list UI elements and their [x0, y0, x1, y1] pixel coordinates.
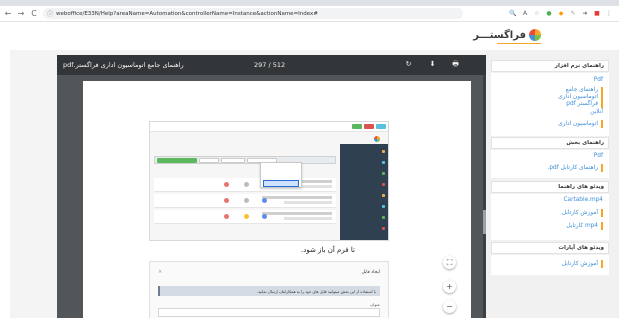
embedded-dropdown-menu — [260, 162, 302, 188]
download-icon[interactable]: ⬇ — [428, 60, 437, 69]
circle-ext-icon[interactable]: ● — [545, 10, 553, 18]
pdf-group-label: Pdf — [593, 77, 603, 83]
embedded-logo-icon — [374, 136, 380, 142]
embedded-list-row — [154, 194, 336, 208]
embedded-sidebar-item — [343, 158, 385, 166]
embedded-sidebar-item — [343, 169, 385, 177]
embedded-sidebar-item — [343, 191, 385, 199]
site-logo[interactable]: فراگستـــر — [473, 29, 541, 41]
embedded-sidebar-item — [343, 224, 385, 232]
full-guide-pdf-link[interactable]: راهنمای جامع اتوماسیون اداری فراگستر pdf — [541, 87, 603, 108]
embedded-button — [221, 157, 245, 163]
embedded-list-row — [154, 210, 336, 224]
search-ext-icon[interactable]: 🔍 — [509, 10, 517, 18]
pdf-page: تا فرم آن باز شود. × ایجاد فایل با استفا… — [83, 81, 471, 318]
site-info-icon[interactable]: ⓘ — [47, 9, 53, 18]
embedded-browser-bar — [150, 122, 388, 132]
fit-page-icon[interactable]: ⛶ — [443, 256, 456, 269]
address-url[interactable]: weboffice/E33N/Help?areaName=Automation&… — [56, 11, 318, 17]
cartable-mp4-label: Cartable.mp4 — [563, 197, 603, 203]
embedded-menu-item-selected — [263, 180, 299, 187]
zoom-out-icon[interactable]: − — [443, 300, 456, 313]
zoom-in-icon[interactable]: + — [443, 280, 456, 293]
pdf-toolbar: راهنمای جامع اتوماسیون اداری فراگستر.pdf… — [57, 55, 495, 75]
red-ext-icon[interactable]: ■ — [593, 10, 601, 18]
pdf-title: راهنمای جامع اتوماسیون اداری فراگستر.pdf — [63, 61, 184, 69]
back-icon[interactable]: ← — [3, 8, 13, 20]
embedded-form: × ایجاد فایل با استفاده از این بخش میتوا… — [149, 261, 389, 318]
aparat-video-links: آموزش کارتابل — [491, 255, 609, 275]
embedded-chip — [352, 124, 362, 129]
cartable-mp4-link[interactable]: mp4 کارتابل — [566, 222, 603, 230]
embedded-sidebar-item — [343, 213, 385, 221]
star-ext-icon[interactable]: ☆ — [533, 10, 541, 18]
embedded-sidebar-item — [343, 202, 385, 210]
part-pdf-group-label: Pdf — [593, 153, 603, 159]
page: ← → C ⓘ weboffice/E33N/Help?areaName=Aut… — [0, 0, 619, 318]
pen-ext-icon[interactable]: ✎ — [569, 10, 577, 18]
section-aparat-videos: ویدئو های آپارات — [491, 242, 609, 254]
site-header: فراگستـــر — [0, 23, 619, 48]
logo-mark-icon — [529, 29, 541, 41]
form-info-banner: با استفاده از این بخش میتوانید فایل های … — [158, 286, 380, 296]
logo-text: فراگستـــر — [473, 29, 526, 41]
form-field-label: عنوان — [370, 302, 380, 307]
embedded-sidebar-item — [343, 147, 385, 155]
print-icon[interactable]: 🖶 — [451, 60, 460, 69]
cartable-training-link[interactable]: آموزش کارتابل — [562, 209, 603, 217]
embedded-logo — [374, 136, 380, 142]
forward-icon[interactable]: → — [16, 8, 26, 20]
rotate-icon[interactable]: ↻ — [404, 60, 413, 69]
cartable-pdf-link[interactable]: راهنمای کارتابل pdf. — [547, 164, 603, 172]
orange-ext-icon[interactable]: ◆ — [557, 10, 565, 18]
embedded-list-row — [154, 178, 336, 192]
part-help-links: Pdf راهنمای کارتابل pdf. — [491, 150, 609, 178]
embedded-screenshot — [149, 121, 389, 241]
embedded-sidebar — [340, 144, 388, 240]
section-part-help: راهنمای بخش — [491, 137, 609, 149]
translate-ext-icon[interactable]: A — [521, 10, 529, 18]
pdf-viewer: راهنمای جامع اتوماسیون اداری فراگستر.pdf… — [57, 55, 495, 318]
embedded-button — [199, 157, 219, 163]
embedded-chip — [376, 124, 386, 129]
logo-underline — [497, 43, 541, 44]
video-guide-links: Cartable.mp4 آموزش کارتابل mp4 کارتابل — [491, 194, 609, 240]
embedded-sidebar-item — [343, 180, 385, 188]
pdf-page-indicator[interactable]: 297 / 512 — [254, 61, 285, 69]
embedded-action-bar — [154, 156, 336, 164]
embedded-toolbar-chips — [352, 124, 386, 129]
embedded-menu-item — [263, 172, 299, 179]
software-help-links: Pdf راهنمای جامع اتوماسیون اداری فراگستر… — [491, 73, 609, 136]
aparat-cartable-link[interactable]: آموزش کارتابل — [562, 260, 603, 268]
reload-icon[interactable]: C — [29, 8, 39, 20]
browser-toolbar: ← → C ⓘ weboffice/E33N/Help?areaName=Aut… — [0, 6, 619, 22]
online-group-label: آنلاین — [590, 109, 603, 115]
office-automation-link[interactable]: اتوماسیون اداری — [558, 120, 603, 128]
pdf-caption: تا فرم آن باز شود. — [301, 246, 355, 254]
share-ext-icon[interactable]: ➜ — [581, 10, 589, 18]
extension-icons: 🔍 A ☆ ● ◆ ✎ ➜ ■ ⋮ — [509, 10, 613, 18]
menu-ext-icon[interactable]: ⋮ — [605, 10, 613, 18]
section-video-guides: ویدئو های راهنما — [491, 181, 609, 193]
form-title: ایجاد فایل — [361, 270, 380, 275]
form-close-icon: × — [158, 269, 163, 275]
embedded-button — [157, 157, 197, 163]
form-field-input — [158, 308, 380, 317]
embedded-chip — [364, 124, 374, 129]
address-bar[interactable]: ⓘ weboffice/E33N/Help?areaName=Automatio… — [43, 8, 463, 19]
section-software-help: راهنمای نرم افزار — [491, 60, 609, 72]
help-sidebar: راهنمای نرم افزار Pdf راهنمای جامع اتوما… — [486, 50, 619, 318]
embedded-menu-item — [263, 164, 299, 171]
